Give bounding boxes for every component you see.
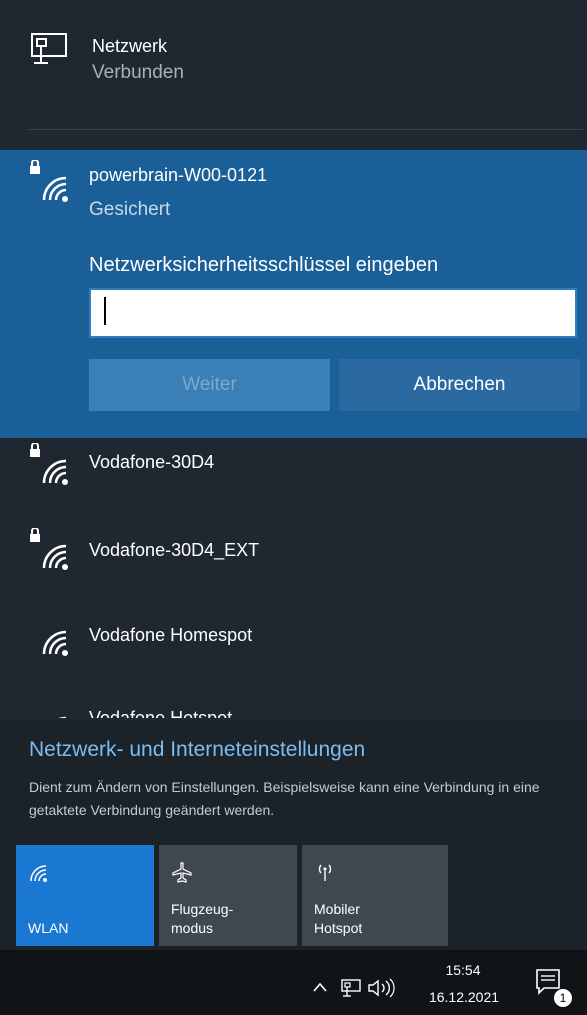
volume-icon[interactable] xyxy=(366,978,396,998)
quick-action-mobile-hotspot[interactable]: Mobiler Hotspot xyxy=(302,845,448,946)
hotspot-icon xyxy=(314,861,336,883)
tile-label: Flugzeug- modus xyxy=(171,901,234,936)
text-caret xyxy=(104,297,106,325)
selected-network-name: powerbrain-W00-0121 xyxy=(89,165,268,185)
wifi-icon xyxy=(28,700,72,718)
network-settings-description: Dient zum Ändern von Einstellungen. Beis… xyxy=(29,779,540,818)
security-key-label: Netzwerksicherheitsschlüssel eingeben xyxy=(89,254,439,276)
network-settings-link[interactable]: Netzwerk- und Interneteinstellungen xyxy=(29,738,365,762)
security-key-input[interactable] xyxy=(89,288,577,338)
network-item-name[interactable]: Vodafone-30D4 xyxy=(89,452,214,473)
network-tray-icon[interactable] xyxy=(340,978,362,998)
wifi-secured-icon xyxy=(28,528,72,572)
tile-label: WLAN xyxy=(28,920,69,936)
airplane-icon xyxy=(171,861,193,883)
clock-date[interactable]: 16.12.2021 xyxy=(419,989,509,1005)
network-item-partial[interactable]: Vodafone Hotspot xyxy=(28,700,587,718)
network-item-name: Vodafone Hotspot xyxy=(89,708,233,718)
wifi-secured-icon xyxy=(28,160,72,204)
cancel-button[interactable]: Abbrechen xyxy=(339,359,580,411)
taskbar xyxy=(0,950,587,1015)
selected-network-status: Gesichert xyxy=(89,199,171,220)
notification-badge: 1 xyxy=(553,988,573,1008)
wifi-icon xyxy=(28,614,72,658)
tile-label: Mobiler Hotspot xyxy=(314,901,363,936)
wifi-secured-icon xyxy=(28,443,72,487)
network-item-name[interactable]: Vodafone Homespot xyxy=(89,625,252,646)
quick-action-airplane-mode[interactable]: Flugzeug- modus xyxy=(159,845,297,946)
next-button[interactable]: Weiter xyxy=(89,359,330,411)
quick-action-wlan[interactable]: WLAN xyxy=(16,845,154,946)
clock-time[interactable]: 15:54 xyxy=(433,962,493,978)
divider xyxy=(28,129,583,130)
wifi-icon xyxy=(28,861,50,883)
wired-network-status: Verbunden xyxy=(92,62,184,83)
network-item-name[interactable]: Vodafone-30D4_EXT xyxy=(89,540,259,561)
ethernet-icon xyxy=(28,30,70,72)
chevron-up-icon[interactable] xyxy=(312,981,328,993)
wired-network-name[interactable]: Netzwerk xyxy=(92,36,167,57)
